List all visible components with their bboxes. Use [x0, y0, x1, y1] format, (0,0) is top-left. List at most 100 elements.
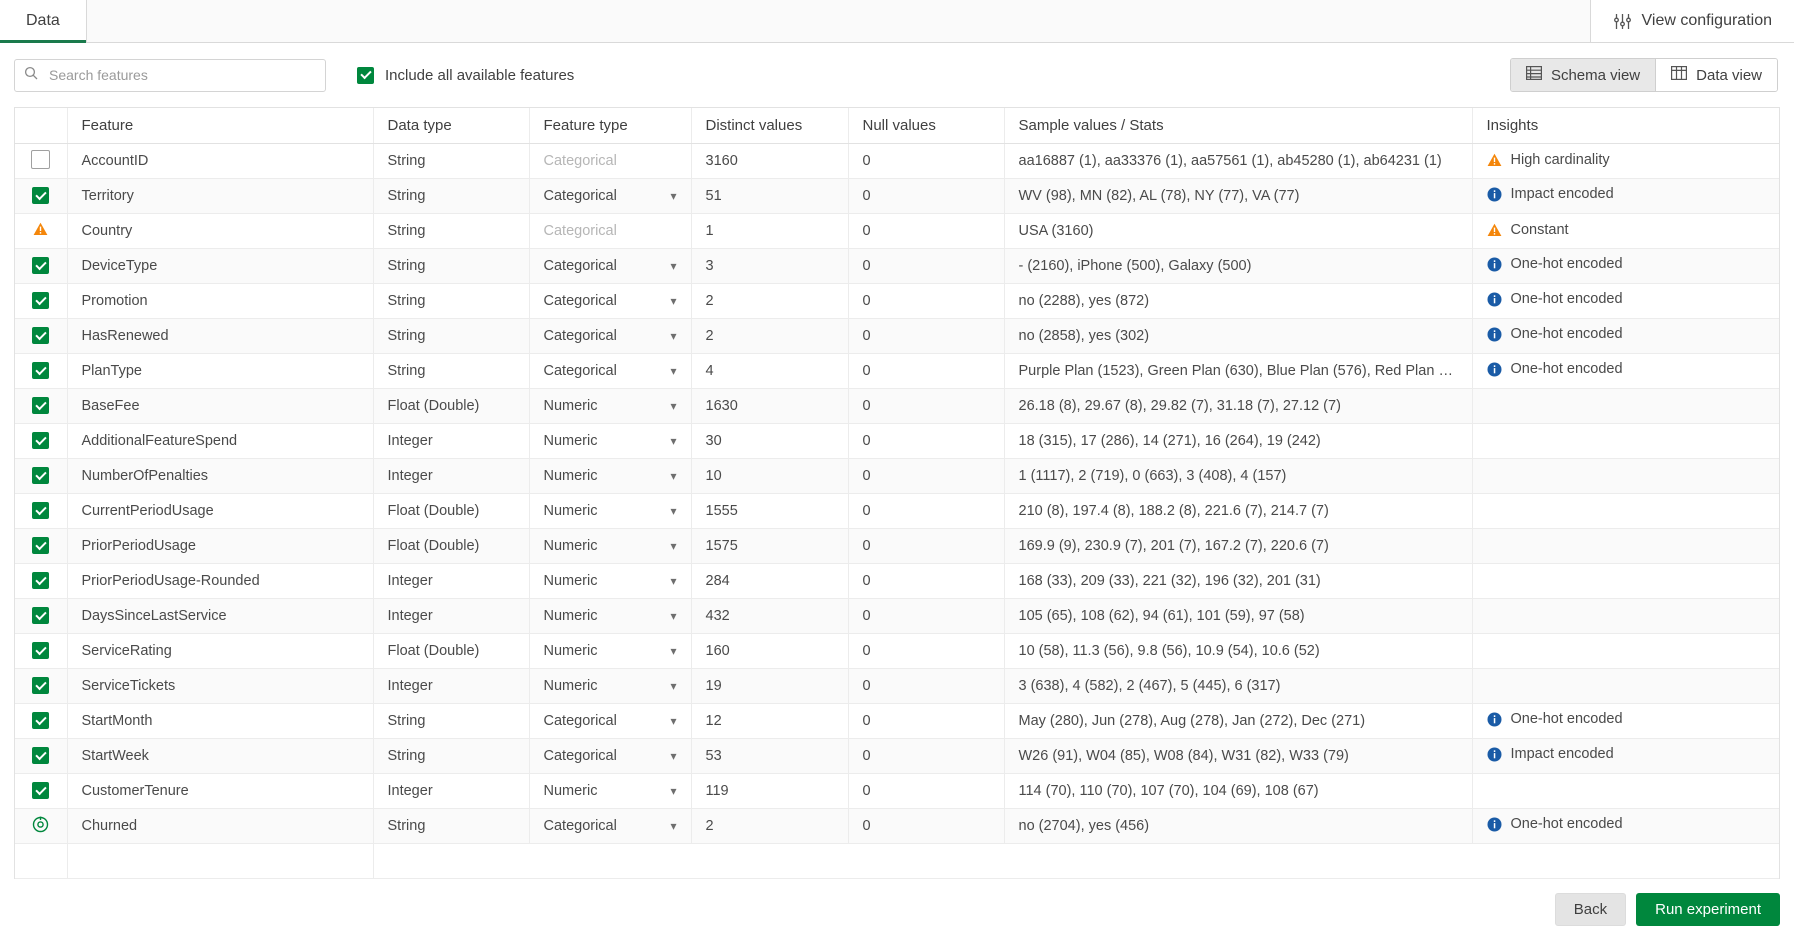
- chevron-down-icon[interactable]: ▾: [670, 540, 676, 552]
- run-experiment-button[interactable]: Run experiment: [1636, 893, 1780, 926]
- tab-data[interactable]: Data: [0, 0, 87, 43]
- row-select-checkbox[interactable]: [32, 397, 50, 415]
- row-select-cell[interactable]: [15, 283, 68, 319]
- chevron-down-icon[interactable]: ▾: [670, 295, 676, 307]
- table-row[interactable]: CustomerTenure Integer Numeric ▾ 119 0 114 (70…: [15, 773, 1779, 809]
- row-select-checkbox[interactable]: [32, 432, 50, 450]
- row-select-cell[interactable]: [15, 738, 68, 774]
- cell-feature-type[interactable]: Numeric ▾: [529, 388, 692, 424]
- row-select-cell[interactable]: [15, 703, 68, 739]
- cell-feature-type[interactable]: Numeric ▾: [529, 528, 692, 564]
- chevron-down-icon[interactable]: ▾: [670, 715, 676, 727]
- cell-feature-type[interactable]: Numeric ▾: [529, 563, 692, 599]
- row-select-cell[interactable]: [15, 808, 68, 844]
- row-select-cell[interactable]: [15, 773, 68, 809]
- table-row[interactable]: DeviceType String Categorical ▾ 3 0- (2160), …: [15, 248, 1779, 284]
- row-select-checkbox[interactable]: [32, 712, 50, 730]
- row-select-checkbox[interactable]: [32, 292, 50, 310]
- include-all-features-toggle[interactable]: Include all available features: [357, 66, 574, 84]
- table-row[interactable]: AccountID String Categorical 3160 0 aa16887 (…: [15, 143, 1779, 179]
- chevron-down-icon[interactable]: ▾: [670, 470, 676, 482]
- row-select-cell[interactable]: [15, 318, 68, 354]
- chevron-down-icon[interactable]: ▾: [670, 260, 676, 272]
- cell-feature-type[interactable]: Numeric ▾: [529, 633, 692, 669]
- table-row[interactable]: Promotion String Categorical ▾ 2 0 no (2288), …: [15, 283, 1779, 319]
- row-select-checkbox[interactable]: [32, 187, 50, 205]
- search-features-box[interactable]: [14, 58, 326, 92]
- table-row[interactable]: StartWeek String Categorical ▾ 53 0 W26 (91), …: [15, 738, 1779, 774]
- cell-feature-type[interactable]: Numeric ▾: [529, 458, 692, 494]
- row-select-checkbox[interactable]: [32, 537, 50, 555]
- row-select-cell[interactable]: [15, 248, 68, 284]
- chevron-down-icon[interactable]: ▾: [670, 750, 676, 762]
- cell-feature-type[interactable]: Categorical ▾: [529, 318, 692, 354]
- cell-feature-type[interactable]: Numeric ▾: [529, 773, 692, 809]
- schema-view-button[interactable]: Schema view: [1510, 59, 1656, 91]
- cell-feature-type[interactable]: Categorical ▾: [529, 808, 692, 844]
- data-view-button[interactable]: Data view: [1655, 59, 1777, 91]
- cell-feature-type[interactable]: Numeric ▾: [529, 493, 692, 529]
- cell-feature-type[interactable]: Categorical ▾: [529, 738, 692, 774]
- table-row[interactable]: BaseFee Float (Double) Numeric ▾ 1630 0 26.18 …: [15, 388, 1779, 424]
- cell-feature-type[interactable]: Categorical ▾: [529, 248, 692, 284]
- cell-feature-type[interactable]: Categorical ▾: [529, 283, 692, 319]
- row-select-checkbox[interactable]: [32, 572, 50, 590]
- row-select-checkbox[interactable]: [32, 747, 50, 765]
- row-select-cell[interactable]: [15, 353, 68, 389]
- table-row[interactable]: Territory String Categorical ▾ 51 0 WV (98), M…: [15, 178, 1779, 214]
- row-select-cell[interactable]: [15, 178, 68, 214]
- table-row[interactable]: StartMonth String Categorical ▾ 12 0 May (280)…: [15, 703, 1779, 739]
- target-feature-icon[interactable]: [32, 816, 49, 837]
- table-row[interactable]: PriorPeriodUsage Float (Double) Numeric ▾ 15…: [15, 528, 1779, 564]
- row-select-checkbox[interactable]: [32, 257, 50, 275]
- table-row[interactable]: Churned String Categorical ▾ 2 0 no (2704), ye…: [15, 808, 1779, 844]
- row-select-cell[interactable]: [15, 388, 68, 424]
- chevron-down-icon[interactable]: ▾: [670, 785, 676, 797]
- cell-feature-type[interactable]: Categorical ▾: [529, 353, 692, 389]
- table-row[interactable]: AdditionalFeatureSpend Integer Numeric ▾ 30 0…: [15, 423, 1779, 459]
- row-select-checkbox[interactable]: [32, 467, 50, 485]
- search-input[interactable]: [47, 66, 316, 84]
- chevron-down-icon[interactable]: ▾: [670, 645, 676, 657]
- row-select-cell[interactable]: [15, 668, 68, 704]
- cell-feature-type[interactable]: Categorical ▾: [529, 703, 692, 739]
- chevron-down-icon[interactable]: ▾: [670, 400, 676, 412]
- row-select-checkbox[interactable]: [32, 782, 50, 800]
- row-select-checkbox[interactable]: [32, 502, 50, 520]
- row-select-cell[interactable]: [15, 633, 68, 669]
- cell-feature-type[interactable]: Numeric ▾: [529, 598, 692, 634]
- chevron-down-icon[interactable]: ▾: [670, 820, 676, 832]
- table-row[interactable]: DaysSinceLastService Integer Numeric ▾ 432 0 1…: [15, 598, 1779, 634]
- row-select-cell[interactable]: [15, 143, 68, 179]
- table-row[interactable]: HasRenewed String Categorical ▾ 2 0 no (2858),…: [15, 318, 1779, 354]
- include-all-features-checkbox[interactable]: [357, 66, 374, 84]
- cell-feature-type[interactable]: Numeric ▾: [529, 668, 692, 704]
- row-select-cell[interactable]: [15, 213, 68, 249]
- chevron-down-icon[interactable]: ▾: [670, 610, 676, 622]
- chevron-down-icon[interactable]: ▾: [670, 680, 676, 692]
- row-select-checkbox[interactable]: [32, 677, 50, 695]
- row-select-cell[interactable]: [15, 458, 68, 494]
- table-row[interactable]: PlanType String Categorical ▾ 4 0 Purple Plan …: [15, 353, 1779, 389]
- chevron-down-icon[interactable]: ▾: [670, 575, 676, 587]
- row-select-cell[interactable]: [15, 423, 68, 459]
- row-select-checkbox[interactable]: [31, 149, 51, 169]
- row-select-cell[interactable]: [15, 528, 68, 564]
- chevron-down-icon[interactable]: ▾: [670, 505, 676, 517]
- row-select-cell[interactable]: [15, 563, 68, 599]
- row-select-checkbox[interactable]: [32, 607, 50, 625]
- chevron-down-icon[interactable]: ▾: [670, 330, 676, 342]
- table-row[interactable]: NumberOfPenalties Integer Numeric ▾ 10 0 1 (11…: [15, 458, 1779, 494]
- back-button[interactable]: Back: [1554, 893, 1627, 926]
- table-row[interactable]: PriorPeriodUsage-Rounded Integer Numeric ▾ 2…: [15, 563, 1779, 599]
- chevron-down-icon[interactable]: ▾: [670, 365, 676, 377]
- row-select-cell[interactable]: [15, 598, 68, 634]
- view-configuration-button[interactable]: View configuration: [1589, 0, 1794, 42]
- row-select-checkbox[interactable]: [32, 327, 50, 345]
- table-row[interactable]: ServiceTickets Integer Numeric ▾ 19 0 3 (638),…: [15, 668, 1779, 704]
- table-row[interactable]: ServiceRating Float (Double) Numeric ▾ 160 0 1…: [15, 633, 1779, 669]
- row-select-checkbox[interactable]: [32, 642, 50, 660]
- cell-feature-type[interactable]: Categorical ▾: [529, 178, 692, 214]
- cell-feature-type[interactable]: Numeric ▾: [529, 423, 692, 459]
- row-select-cell[interactable]: [15, 493, 68, 529]
